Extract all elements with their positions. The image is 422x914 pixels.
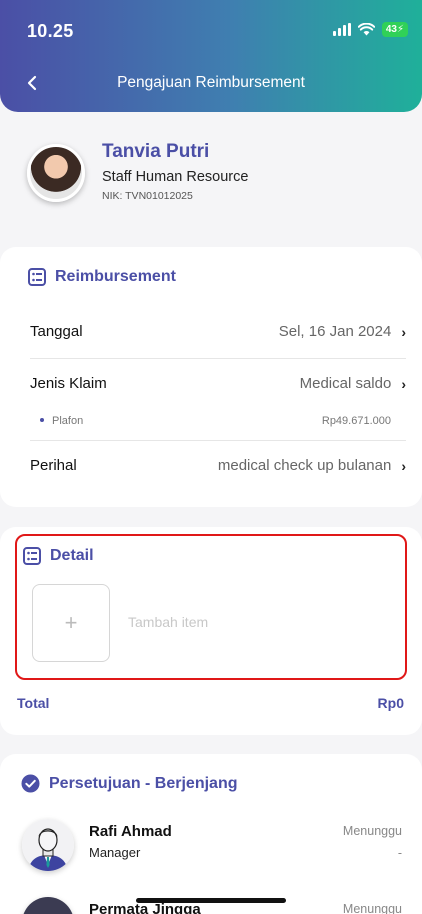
- divider: [30, 358, 406, 359]
- tanggal-value: Sel, 16 Jan 2024 ›: [279, 323, 406, 340]
- profile-name: Tanvia Putri: [102, 141, 210, 162]
- add-item-label[interactable]: Tambah item: [128, 614, 208, 630]
- divider: [30, 440, 406, 441]
- profile-info: Tanvia Putri Staff Human Resource NIK: T…: [102, 141, 249, 202]
- approval-title: Persetujuan - Berjenjang: [49, 774, 238, 792]
- reimbursement-title: Reimbursement: [55, 268, 176, 285]
- status-time: 10.25: [27, 21, 74, 41]
- detail-title: Detail: [50, 547, 94, 564]
- cellular-signal-icon: [332, 23, 351, 36]
- tanggal-label: Tanggal: [30, 323, 83, 340]
- approver-item: Rafi Ahmad Manager Menunggu -: [22, 819, 402, 871]
- plus-icon: +: [64, 610, 78, 635]
- approver-status-text: Menunggu: [342, 902, 402, 914]
- status-icons: 43⚡: [332, 22, 408, 37]
- jenis-klaim-label: Jenis Klaim: [30, 375, 107, 392]
- jenis-klaim-value: Medical saldo ›: [300, 375, 406, 392]
- approver-status-text: Menunggu: [342, 824, 402, 838]
- list-icon: [28, 268, 46, 286]
- battery-level: 43: [385, 24, 397, 35]
- chevron-right-icon: ›: [401, 457, 406, 474]
- list-icon: [23, 547, 41, 565]
- approver-name: Rafi Ahmad: [89, 823, 172, 840]
- perihal-row[interactable]: Perihal medical check up bulanan ›: [30, 457, 406, 474]
- approver-status: Menunggu: [343, 897, 402, 914]
- plafon-value: Rp49.671.000: [321, 415, 391, 427]
- detail-section-title: Detail: [23, 547, 94, 565]
- app-header: 10.25 43⚡ Pengajuan Reimbursement: [0, 0, 422, 112]
- total-value: Rp0: [377, 695, 404, 711]
- plafon-label-wrap: Plafon: [40, 415, 83, 427]
- avatar: [22, 819, 74, 871]
- approver-info: Rafi Ahmad Manager: [89, 819, 343, 860]
- jenis-klaim-value-text: Medical saldo: [299, 375, 392, 392]
- perihal-value-text: medical check up bulanan: [217, 457, 392, 474]
- approval-section-title: Persetujuan - Berjenjang: [21, 774, 238, 793]
- approver-role: Manager: [89, 845, 141, 860]
- avatar: [27, 143, 85, 202]
- check-circle-icon: [21, 774, 40, 793]
- plafon-row: Plafon Rp49.671.000: [40, 415, 391, 427]
- profile-section: Tanvia Putri Staff Human Resource NIK: T…: [27, 141, 249, 202]
- approver-status-note: -: [397, 846, 402, 860]
- person-avatar-icon: [22, 819, 74, 871]
- total-row: Total Rp0: [17, 695, 404, 711]
- add-item-button[interactable]: +: [32, 584, 110, 662]
- wifi-icon: [357, 23, 375, 36]
- avatar: [22, 897, 74, 914]
- reimbursement-section-title: Reimbursement: [28, 268, 176, 286]
- plafon-label: Plafon: [52, 415, 84, 427]
- page-title: Pengajuan Reimbursement: [117, 74, 305, 91]
- total-label: Total: [17, 695, 50, 711]
- tanggal-row[interactable]: Tanggal Sel, 16 Jan 2024 ›: [30, 323, 406, 340]
- chevron-right-icon: ›: [401, 323, 406, 340]
- approver-status: Menunggu -: [343, 819, 402, 860]
- battery-icon: 43⚡: [381, 22, 408, 37]
- chevron-right-icon: ›: [401, 375, 406, 392]
- profile-role: Staff Human Resource: [102, 169, 249, 185]
- perihal-label: Perihal: [30, 457, 77, 474]
- perihal-value: medical check up bulanan ›: [218, 457, 406, 474]
- jenis-klaim-row[interactable]: Jenis Klaim Medical saldo ›: [30, 375, 406, 392]
- tanggal-value-text: Sel, 16 Jan 2024: [278, 323, 392, 340]
- home-indicator: [136, 898, 286, 903]
- profile-nik: NIK: TVN01012025: [102, 190, 193, 202]
- bullet-icon: [40, 418, 44, 423]
